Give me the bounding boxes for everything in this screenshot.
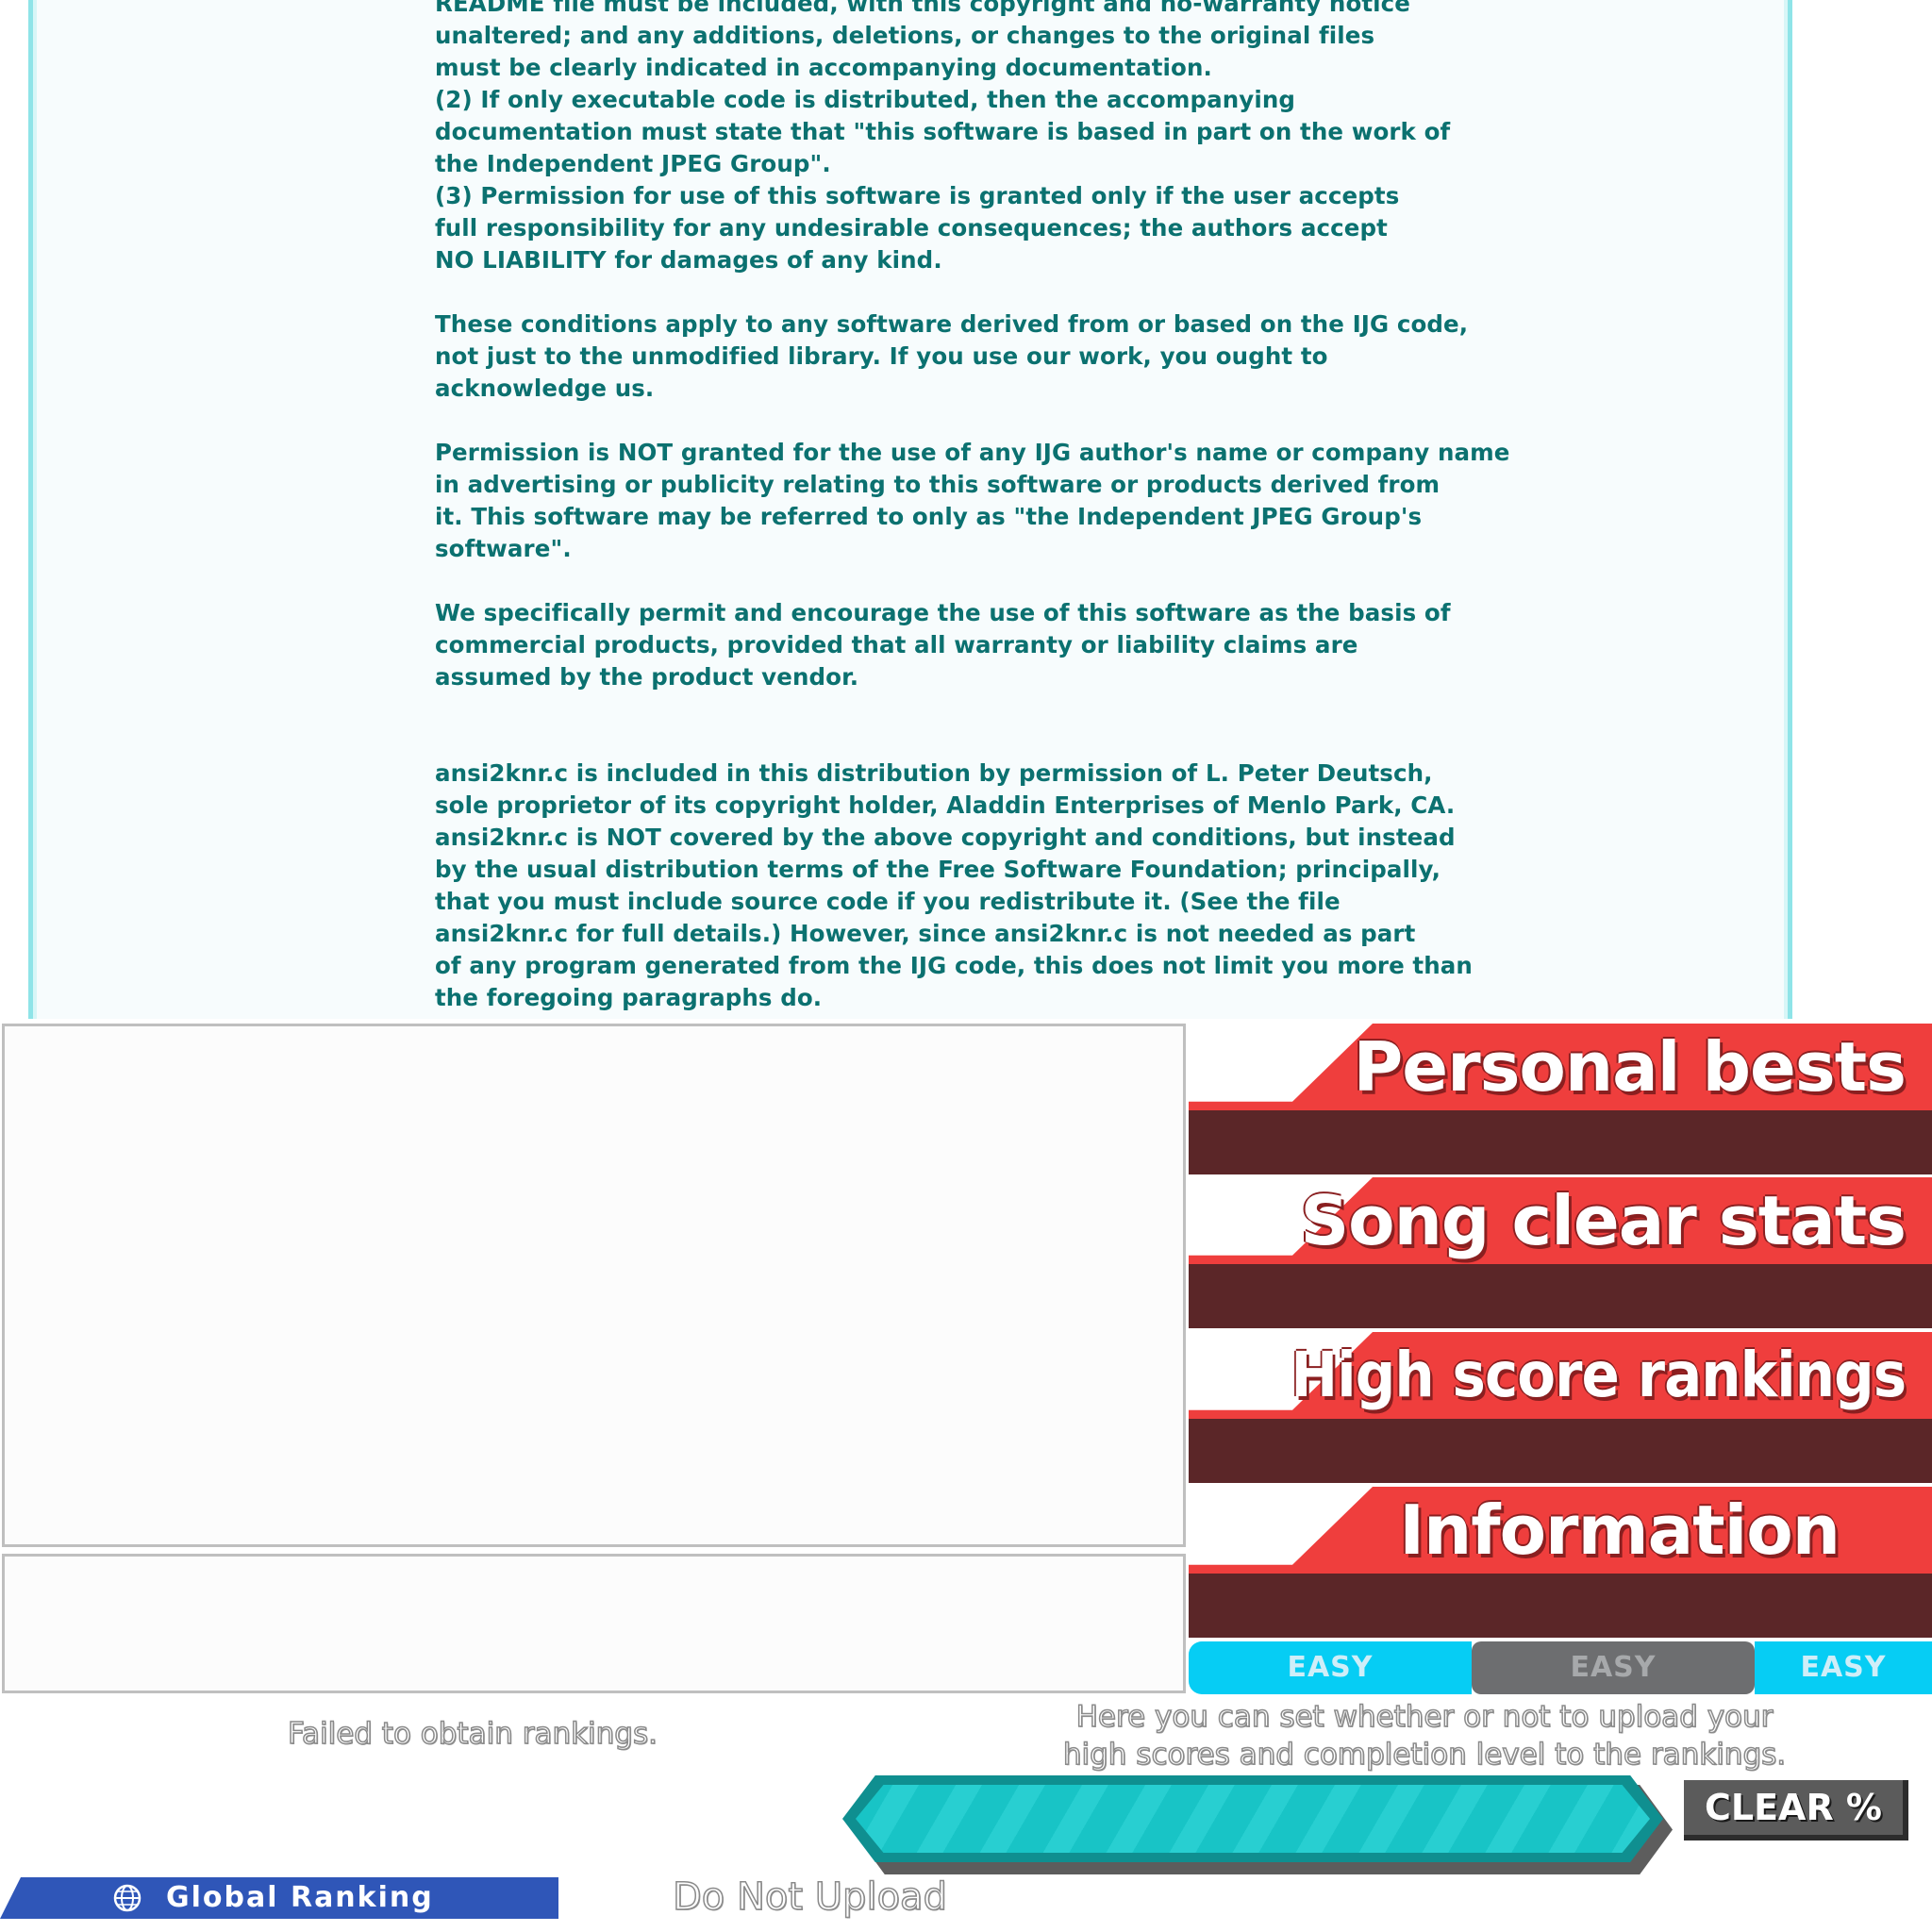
upload-toggle[interactable]: Do Not Upload bbox=[672, 1874, 947, 1920]
menu-label: Information bbox=[1399, 1491, 1840, 1570]
detail-panel bbox=[2, 1554, 1186, 1693]
upload-description: Here you can set whether or not to uploa… bbox=[1062, 1699, 1787, 1773]
menu-information[interactable]: Information bbox=[1189, 1487, 1932, 1638]
license-paragraph: We specifically permit and encourage the… bbox=[435, 599, 1451, 691]
rankings-status: Failed to obtain rankings. bbox=[287, 1716, 658, 1752]
clear-percent-badge: CLEAR % bbox=[1684, 1780, 1908, 1840]
menu-label: Personal bests bbox=[1353, 1027, 1907, 1107]
global-ranking-button[interactable]: Global Ranking bbox=[0, 1877, 558, 1919]
menu-personal-bests[interactable]: Personal bests bbox=[1189, 1024, 1932, 1174]
menu-label: High score rankings bbox=[1291, 1339, 1907, 1411]
difficulty-tab-easy[interactable]: EASY bbox=[1472, 1641, 1755, 1694]
license-text: README file must be included, with this … bbox=[435, 0, 1520, 1046]
license-paragraph: These conditions apply to any software d… bbox=[435, 310, 1469, 402]
menu-high-score-rankings[interactable]: High score rankings bbox=[1189, 1332, 1932, 1483]
license-paragraph: Permission is NOT granted for the use of… bbox=[435, 439, 1510, 562]
license-paragraph: ansi2knr.c is included in this distribut… bbox=[435, 759, 1473, 1011]
global-ranking-label: Global Ranking bbox=[166, 1881, 434, 1914]
globe-icon bbox=[113, 1884, 142, 1912]
difficulty-tab-easy[interactable]: EASY bbox=[1189, 1641, 1472, 1694]
clear-progress-fill bbox=[856, 1785, 1650, 1853]
menu-song-clear-stats[interactable]: Song clear stats bbox=[1189, 1177, 1932, 1328]
difficulty-tab-easy[interactable]: EASY bbox=[1755, 1641, 1932, 1694]
content-panel bbox=[2, 1024, 1186, 1547]
menu-label: Song clear stats bbox=[1300, 1181, 1907, 1260]
license-paragraph: README file must be included, with this … bbox=[435, 0, 1451, 274]
clear-progress-bar bbox=[842, 1775, 1673, 1874]
